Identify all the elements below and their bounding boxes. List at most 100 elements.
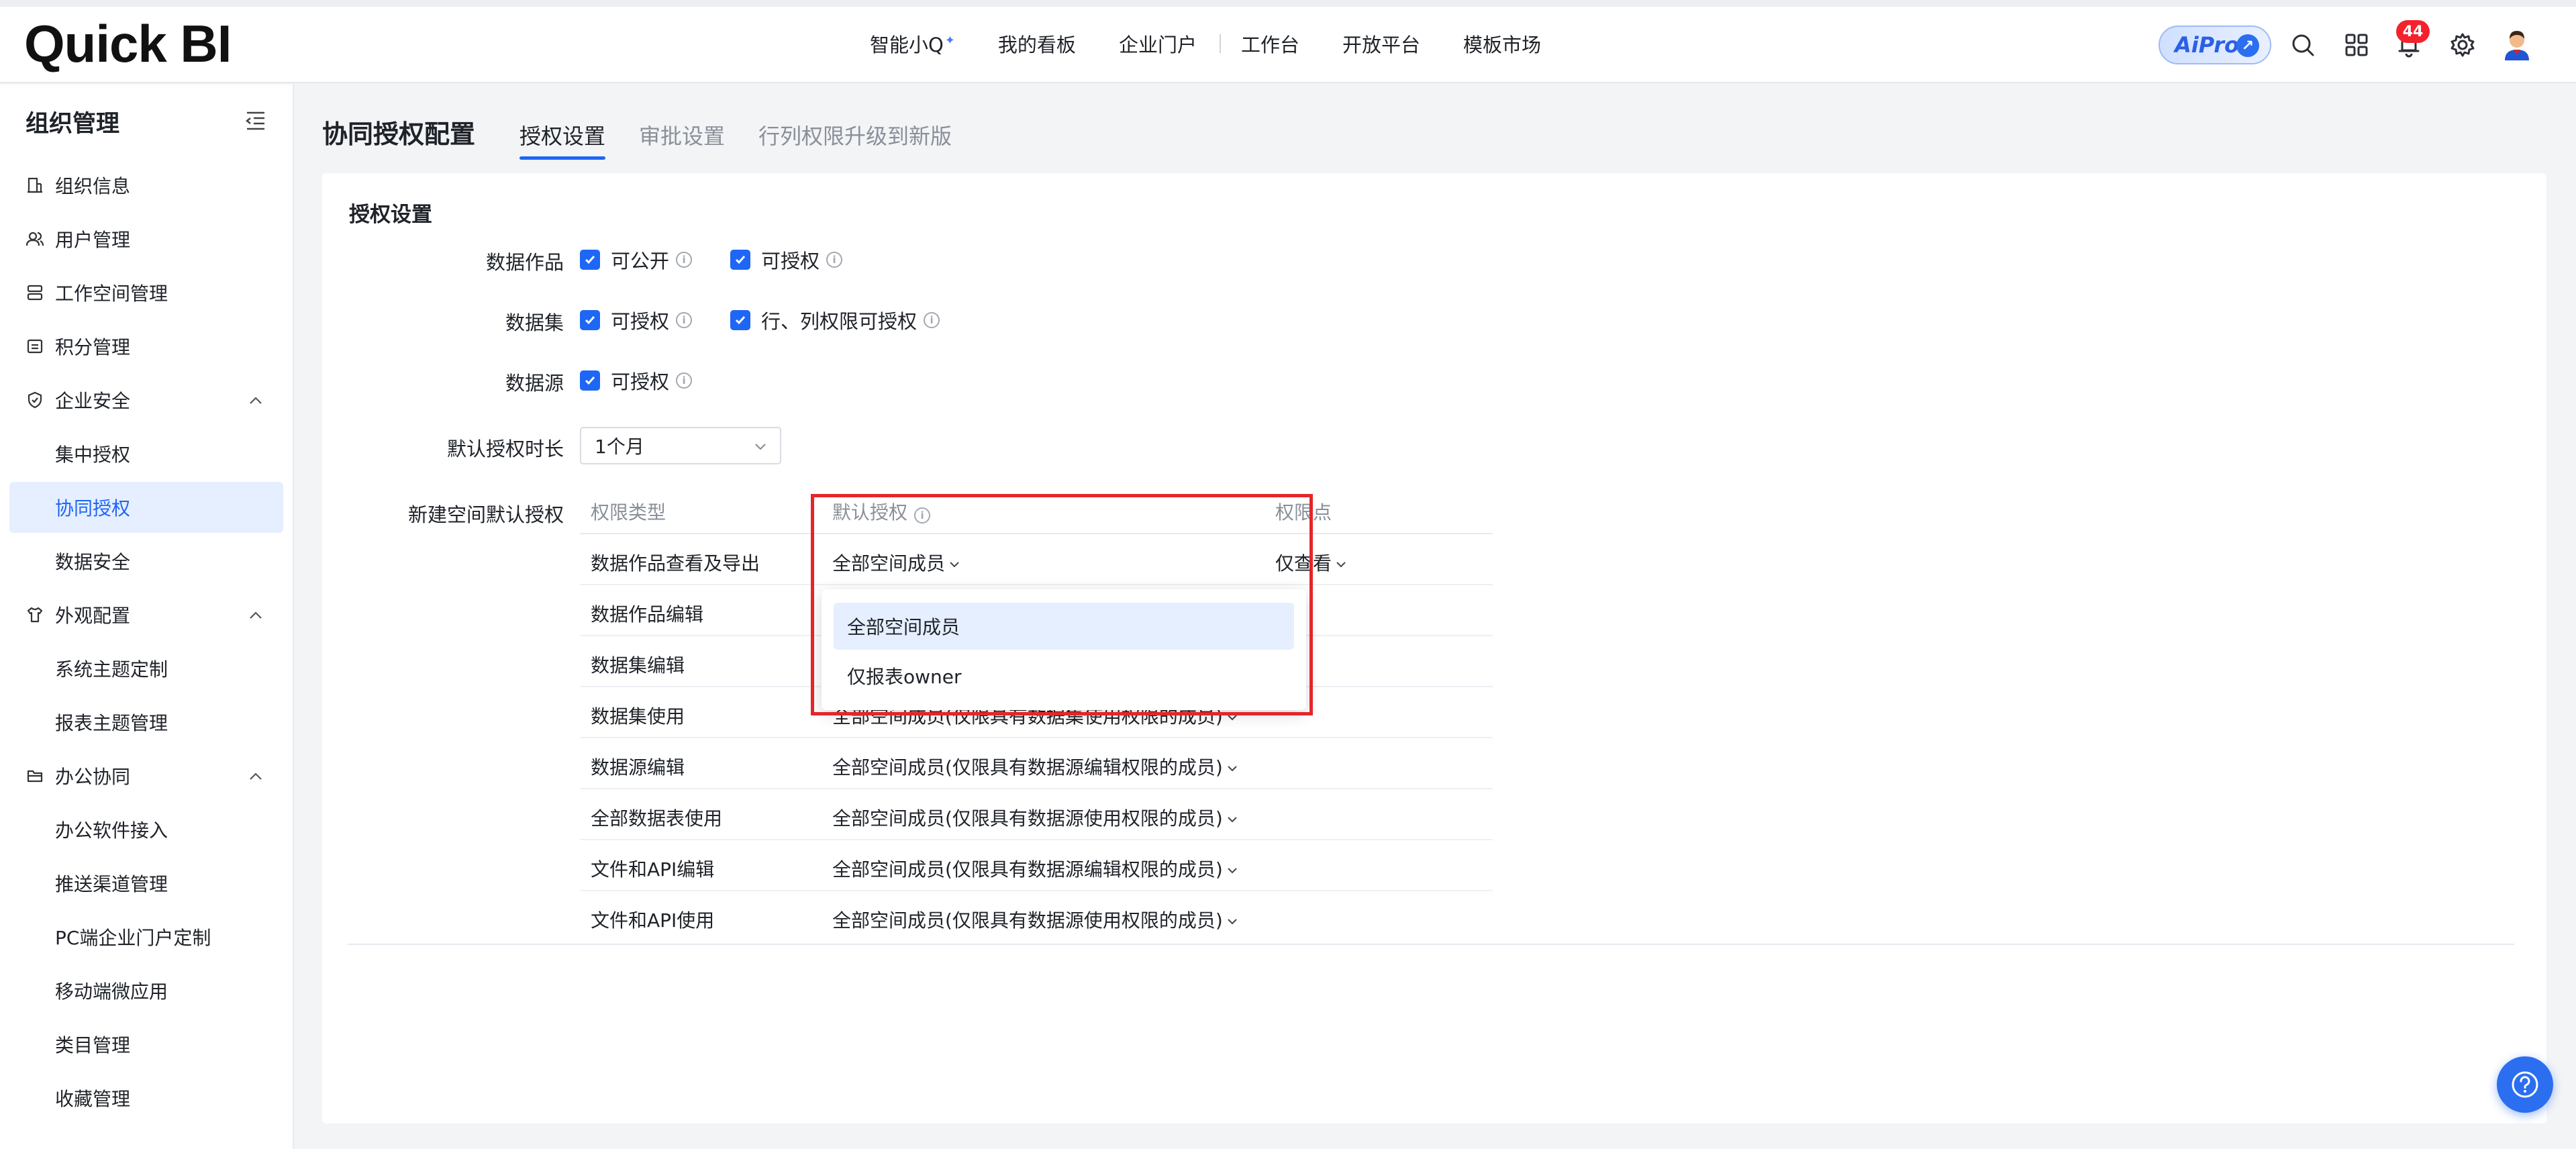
check-icon <box>580 310 600 330</box>
label-dataset: 数据集 <box>505 311 564 334</box>
chevron-down-icon <box>1228 868 1237 874</box>
table-row: 数据源编辑 全部空间成员(仅限具有数据源编辑权限的成员) <box>580 738 1493 789</box>
checkbox-work-grant[interactable]: 可授权 i <box>730 246 843 274</box>
ai-pro-button[interactable]: AiPro ↗ <box>2159 26 2271 64</box>
nav-template-market[interactable]: 模板市场 <box>1463 30 1541 58</box>
info-icon[interactable]: i <box>676 252 693 268</box>
ai-pro-label: AiPro <box>2175 32 2239 58</box>
nav-open-platform[interactable]: 开放平台 <box>1342 30 1420 58</box>
chevron-down-icon <box>1228 919 1237 925</box>
sidebar-item-category[interactable]: 类目管理 <box>9 1019 283 1070</box>
table-row: 全部数据表使用 全部空间成员(仅限具有数据源使用权限的成员) <box>580 789 1493 840</box>
collapse-menu-icon[interactable] <box>244 109 267 132</box>
quick-bi-logo[interactable]: Quick BI <box>24 13 232 74</box>
shirt-icon <box>26 605 44 624</box>
top-nav: 智能小Q ✦ 我的看板 企业门户 工作台 开放平台 模板市场 <box>870 26 1584 62</box>
apps-grid-icon[interactable] <box>2341 30 2372 60</box>
chevron-down-icon <box>1336 562 1346 568</box>
help-button[interactable] <box>2497 1056 2553 1113</box>
tab-approval-settings[interactable]: 审批设置 <box>639 119 725 160</box>
sidebar-item-report-theme[interactable]: 报表主题管理 <box>9 697 283 748</box>
nav-smart-q[interactable]: 智能小Q ✦ <box>870 30 955 58</box>
chevron-down-icon <box>755 444 766 450</box>
sidebar-title: 组织管理 <box>26 111 120 138</box>
sidebar-item-points-management[interactable]: 积分管理 <box>9 321 283 372</box>
table-row: 文件和API编辑 全部空间成员(仅限具有数据源编辑权限的成员) <box>580 840 1493 891</box>
nav-workbench[interactable]: 工作台 <box>1241 30 1299 58</box>
row-default-select[interactable]: 全部空间成员(仅限具有数据源使用权限的成员) <box>832 906 1239 933</box>
sidebar-item-label: 办公协同 <box>55 766 131 788</box>
chevron-up-icon <box>250 772 262 780</box>
nav-enterprise-portal[interactable]: 企业门户 <box>1119 30 1197 58</box>
sidebar-item-pc-portal[interactable]: PC端企业门户定制 <box>9 911 283 962</box>
checkbox-label: 行、列权限可授权 <box>761 310 918 333</box>
row-type: 数据作品编辑 <box>591 603 704 626</box>
chevron-down-icon <box>1228 766 1237 772</box>
label-datasource: 数据源 <box>505 372 564 395</box>
checkbox-label: 可授权 <box>611 310 670 333</box>
chevron-up-icon <box>250 397 262 404</box>
checkbox-label: 可公开 <box>611 250 670 272</box>
tab-row-col-upgrade[interactable]: 行列权限升级到新版 <box>758 119 952 160</box>
divider <box>348 944 2514 945</box>
sidebar-item-label: 组织信息 <box>55 175 131 197</box>
checkbox-work-public[interactable]: 可公开 i <box>580 246 693 274</box>
row-type: 全部数据表使用 <box>591 807 723 830</box>
gear-icon[interactable] <box>2447 30 2478 60</box>
stack-icon <box>26 283 44 302</box>
search-icon[interactable] <box>2287 30 2318 60</box>
notification-badge: 44 <box>2396 20 2430 43</box>
sidebar-item-central-authorization[interactable]: 集中授权 <box>9 428 283 479</box>
checkbox-dataset-rowcol[interactable]: 行、列权限可授权 i <box>730 306 940 334</box>
sidebar-item-enterprise-security[interactable]: 企业安全 <box>9 374 283 426</box>
checkbox-label: 可授权 <box>611 370 670 393</box>
row-default-select[interactable]: 全部空间成员(仅限具有数据源编辑权限的成员) <box>832 855 1239 882</box>
sidebar-item-data-security[interactable]: 数据安全 <box>9 536 283 587</box>
chevron-up-icon <box>250 611 262 619</box>
chevron-down-icon <box>1228 817 1237 823</box>
sidebar-item-system-theme[interactable]: 系统主题定制 <box>9 643 283 694</box>
row-type: 数据集编辑 <box>591 654 685 677</box>
checkbox-datasource-grant[interactable]: 可授权 i <box>580 366 693 395</box>
sidebar-item-workspace-management[interactable]: 工作空间管理 <box>9 267 283 318</box>
header-permission-type: 权限类型 <box>591 501 666 523</box>
info-icon[interactable]: i <box>676 312 693 328</box>
checkbox-dataset-grant[interactable]: 可授权 i <box>580 306 693 334</box>
page-title: 协同授权配置 <box>322 119 476 149</box>
sidebar-item-label: 外观配置 <box>55 605 131 627</box>
check-icon <box>580 250 600 270</box>
row-type: 数据源编辑 <box>591 756 685 779</box>
shield-icon <box>26 391 44 409</box>
duration-select[interactable]: 1个月 <box>580 427 781 464</box>
sidebar-item-mobile-app[interactable]: 移动端微应用 <box>9 965 283 1016</box>
tab-authorization-settings[interactable]: 授权设置 <box>519 119 606 160</box>
row-type: 数据集使用 <box>591 705 685 728</box>
settings-card: 授权设置 数据作品 可公开 i 可授权 i 数据集 可授权 i 行、列权限可授权 i 数… <box>322 173 2546 1123</box>
building-icon <box>26 176 44 195</box>
sidebar-item-org-info[interactable]: 组织信息 <box>9 160 283 211</box>
label-data-work: 数据作品 <box>485 251 564 274</box>
sidebar-item-office-collaboration[interactable]: 办公协同 <box>9 750 283 801</box>
sidebar-item-push-channel[interactable]: 推送渠道管理 <box>9 858 283 909</box>
sidebar-item-office-software[interactable]: 办公软件接入 <box>9 804 283 855</box>
avatar[interactable] <box>2499 27 2534 62</box>
table-row: 文件和API使用 全部空间成员(仅限具有数据源使用权限的成员) <box>580 891 1493 942</box>
info-icon[interactable]: i <box>676 372 693 389</box>
folder-icon <box>26 766 44 785</box>
top-bar: Quick BI 智能小Q ✦ 我的看板 企业门户 工作台 开放平台 模板市场 A… <box>0 0 2576 83</box>
sidebar-item-user-management[interactable]: 用户管理 <box>9 213 283 264</box>
row-default-select[interactable]: 全部空间成员(仅限具有数据源编辑权限的成员) <box>832 753 1239 780</box>
info-icon[interactable]: i <box>826 252 843 268</box>
sidebar-item-appearance-config[interactable]: 外观配置 <box>9 589 283 640</box>
info-icon[interactable]: i <box>924 312 940 328</box>
sidebar-item-label: 积分管理 <box>55 336 131 358</box>
checkbox-label: 可授权 <box>761 250 820 272</box>
duration-value: 1个月 <box>595 436 644 458</box>
sidebar-item-favorites[interactable]: 收藏管理 <box>9 1072 283 1123</box>
nav-my-dashboard[interactable]: 我的看板 <box>998 30 1076 58</box>
label-new-space-default: 新建空间默认授权 <box>407 503 564 526</box>
sidebar: 组织管理 组织信息 用户管理 工作空间管理 积分管理 企业安全 集中授权 协同授… <box>0 85 294 1149</box>
sidebar-item-collaborative-authorization[interactable]: 协同授权 <box>9 482 283 533</box>
row-default-select[interactable]: 全部空间成员(仅限具有数据源使用权限的成员) <box>832 804 1239 831</box>
arrow-up-right-icon: ↗ <box>2236 34 2259 57</box>
